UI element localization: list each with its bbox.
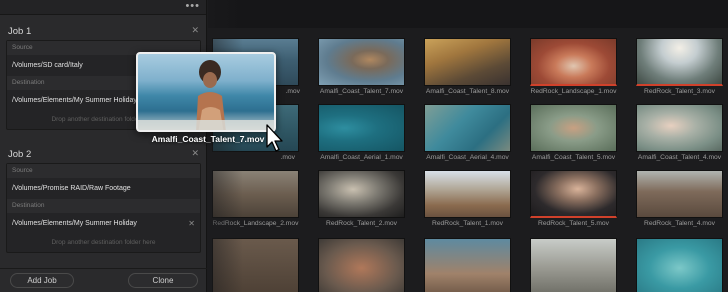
destination-label: Destination	[7, 199, 200, 213]
clip-name: RedRock_Talent_5.mov	[538, 220, 609, 227]
clip-name: Amalfi_Coast_Talent_8.mov	[425, 88, 510, 95]
clip-thumbnail[interactable]	[636, 104, 723, 152]
clip-thumbnail[interactable]	[424, 38, 511, 86]
close-icon[interactable]: ✕	[188, 213, 195, 234]
source-path[interactable]: /Volumes/Promise RAID/Raw Footage	[7, 178, 200, 199]
drop-destination-zone[interactable]: Drop another destination folder here	[7, 234, 200, 252]
clip-thumbnail[interactable]	[212, 170, 299, 218]
clip-thumbnail[interactable]	[636, 170, 723, 218]
job-header: Job 2 ✕	[0, 145, 207, 163]
close-icon[interactable]: ✕	[191, 25, 199, 36]
job-header: Job 1 ✕	[0, 22, 207, 40]
panel-header: •••	[0, 0, 206, 15]
drag-preview-thumbnail	[136, 52, 276, 132]
clip-name: Amalfi_Coast_Aerial_1.mov	[320, 154, 403, 161]
clip-thumbnail[interactable]	[530, 238, 617, 292]
clip-name: RedRock_Landscape_2.mov	[212, 220, 299, 227]
media-transfer-window: .mov Amalfi_Coast_Talent_7.mov Amalfi_Co…	[0, 0, 728, 292]
clip-thumbnail[interactable]	[530, 38, 617, 86]
clip-thumbnail[interactable]	[318, 238, 405, 292]
job-card: Job 2 ✕ Source /Volumes/Promise RAID/Raw…	[0, 145, 207, 253]
jobs-panel: ••• Job 1 ✕ Source /Volumes/SD card/Ital…	[0, 0, 207, 292]
clip-name: RedRock_Talent_4.mov	[644, 220, 715, 227]
job-title: Job 1	[8, 25, 32, 37]
drag-preview-filename: Amalfi_Coast_Talent_7.mov	[151, 134, 265, 144]
clip-name: RedRock_Landscape_1.mov	[530, 88, 617, 95]
clip-thumbnail[interactable]	[636, 238, 723, 292]
clip-thumbnail[interactable]	[424, 238, 511, 292]
job-title: Job 2	[8, 148, 32, 160]
footer-divider	[0, 268, 207, 269]
destination-path-text: /Volumes/Elements/My Summer Holiday	[12, 97, 137, 104]
clip-thumbnail[interactable]	[530, 170, 617, 218]
clip-name: RedRock_Talent_1.mov	[432, 220, 503, 227]
clip-thumbnail[interactable]	[530, 104, 617, 152]
clip-name: RedRock_Talent_3.mov	[644, 88, 715, 95]
clone-button[interactable]: Clone	[128, 273, 198, 288]
job-paths: Source /Volumes/Promise RAID/Raw Footage…	[6, 163, 201, 253]
clip-name: .mov	[280, 154, 296, 161]
clip-name: Amalfi_Coast_Talent_4.mov	[637, 154, 722, 161]
pointer-cursor-icon	[265, 123, 285, 153]
clip-thumbnail[interactable]	[318, 104, 405, 152]
source-label: Source	[7, 164, 200, 178]
clip-name: Amalfi_Coast_Talent_5.mov	[531, 154, 616, 161]
clip-thumbnail[interactable]	[318, 170, 405, 218]
close-icon[interactable]: ✕	[191, 148, 199, 159]
clip-thumbnail[interactable]	[424, 170, 511, 218]
clip-name: Amalfi_Coast_Talent_7.mov	[319, 88, 404, 95]
destination-path-text: /Volumes/Elements/My Summer Holiday	[12, 220, 137, 227]
media-grid-toolbar	[208, 0, 728, 28]
clip-name: RedRock_Talent_2.mov	[326, 220, 397, 227]
clip-thumbnail[interactable]	[212, 238, 299, 292]
more-dots-icon[interactable]: •••	[185, 1, 200, 12]
clip-thumbnail[interactable]	[424, 104, 511, 152]
clip-name: Amalfi_Coast_Aerial_4.mov	[426, 154, 509, 161]
clip-thumbnail[interactable]	[636, 38, 723, 86]
destination-path[interactable]: /Volumes/Elements/My Summer Holiday ✕	[7, 213, 200, 234]
add-job-button[interactable]: Add Job	[10, 273, 74, 288]
clip-thumbnail[interactable]	[318, 38, 405, 86]
